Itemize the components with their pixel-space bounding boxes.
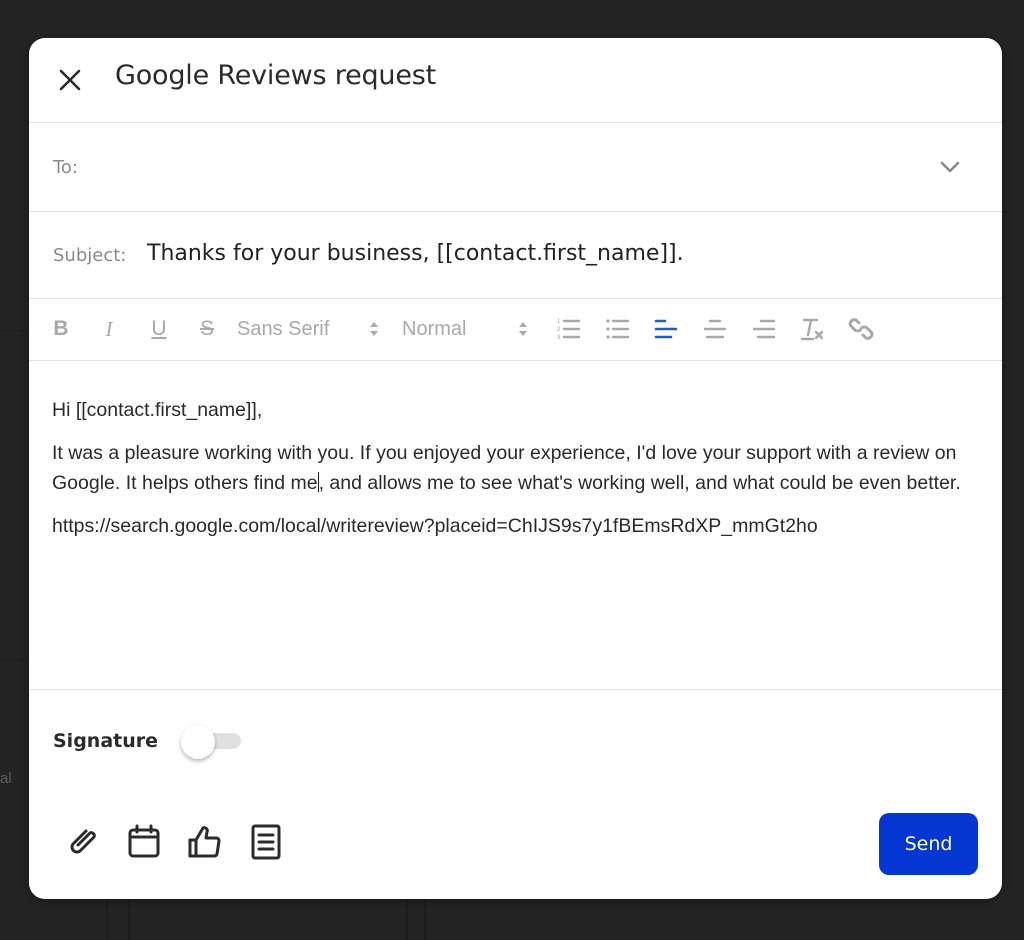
close-icon[interactable]	[55, 65, 85, 95]
background-divider	[106, 899, 108, 940]
chevron-down-icon[interactable]	[938, 157, 962, 177]
thumbs-up-icon[interactable]	[186, 823, 224, 861]
signature-toggle[interactable]	[179, 724, 243, 760]
clear-format-icon[interactable]	[800, 316, 826, 342]
font-family-value: Sans Serif	[237, 317, 330, 340]
font-size-value: Normal	[402, 317, 467, 340]
subject-input[interactable]: Thanks for your business, [[contact.firs…	[147, 241, 684, 266]
bullet-list-icon[interactable]	[605, 316, 631, 342]
background-divider	[424, 899, 426, 940]
document-icon[interactable]	[247, 823, 285, 861]
bold-button[interactable]: B	[49, 315, 73, 343]
align-left-icon[interactable]	[653, 316, 679, 342]
font-size-select[interactable]: Normal	[402, 315, 528, 343]
select-arrows-icon	[519, 322, 527, 336]
align-center-icon[interactable]	[702, 316, 728, 342]
subject-field-row: Subject: Thanks for your business, [[con…	[29, 212, 1002, 299]
background-divider	[0, 330, 29, 331]
toggle-knob	[181, 725, 215, 759]
ordered-list-icon[interactable]: 1 2 3	[556, 316, 582, 342]
underline-button[interactable]: U	[147, 315, 171, 343]
modal-title: Google Reviews request	[115, 60, 437, 91]
paperclip-icon[interactable]	[64, 823, 102, 861]
link-icon[interactable]	[848, 316, 874, 342]
subject-label: Subject:	[53, 245, 127, 266]
body-paragraph: It was a pleasure working with you. If y…	[52, 438, 962, 499]
rich-text-editor[interactable]: Hi [[contact.first_name]], It was a plea…	[52, 395, 962, 553]
greeting-text: Hi [[contact.first_name]],	[52, 399, 263, 421]
modal-header: Google Reviews request	[29, 38, 1002, 123]
strikethrough-button[interactable]: S	[195, 315, 219, 343]
svg-text:1: 1	[557, 319, 561, 325]
formatting-toolbar: B I U S Sans Serif Normal 1 2 3	[29, 299, 1002, 361]
font-family-select[interactable]: Sans Serif	[237, 315, 379, 343]
svg-text:3: 3	[557, 335, 561, 341]
to-input[interactable]	[99, 149, 923, 187]
signature-label: Signature	[53, 730, 159, 752]
background-text: al	[0, 770, 12, 787]
svg-text:2: 2	[557, 327, 561, 333]
background-divider	[0, 660, 29, 661]
to-label: To:	[53, 157, 79, 178]
message-body[interactable]: Hi [[contact.first_name]], It was a plea…	[29, 361, 1002, 690]
body-text-after-caret: , and allows me to see what's working we…	[318, 472, 961, 494]
select-arrows-icon	[370, 322, 378, 336]
review-link-text: https://search.google.com/local/writerev…	[52, 514, 818, 537]
signature-row: Signature	[29, 690, 1002, 800]
background-divider	[406, 899, 408, 940]
align-right-icon[interactable]	[751, 316, 777, 342]
send-button[interactable]: Send	[879, 813, 978, 875]
calendar-icon[interactable]	[125, 823, 163, 861]
background-divider	[128, 899, 130, 940]
to-field-row: To:	[29, 123, 1002, 212]
italic-button[interactable]: I	[97, 315, 121, 343]
compose-email-modal: Google Reviews request To: Subject: Than…	[29, 38, 1002, 899]
